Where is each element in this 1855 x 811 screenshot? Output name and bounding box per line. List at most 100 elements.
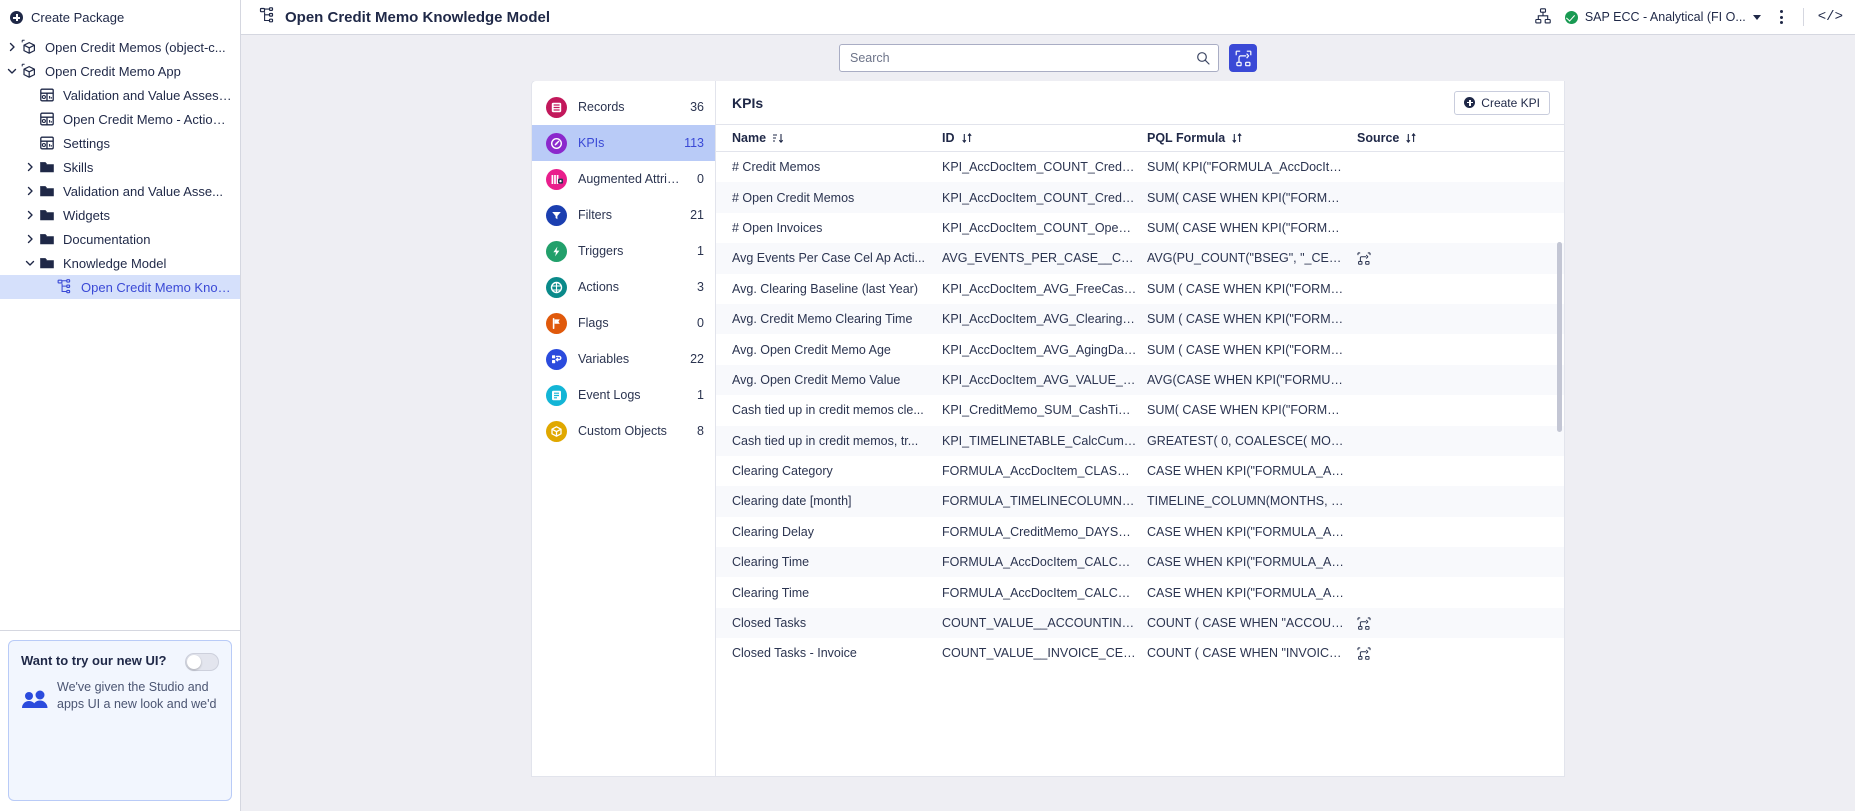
table-row[interactable]: Avg. Clearing Baseline (last Year) KPI_Ac… [716, 274, 1564, 304]
folder-icon [38, 158, 56, 176]
toolbar-divider [1802, 8, 1804, 26]
tree-item-validation-and-value-asse[interactable]: Validation and Value Asse... [0, 179, 240, 203]
tree-item-open-credit-memo-knowled[interactable]: Open Credit Memo Knowled... [0, 275, 240, 299]
table-scrollbar[interactable] [1557, 242, 1562, 432]
cell-name: # Open Invoices [732, 220, 823, 235]
flags-icon [546, 312, 567, 334]
tree-item-open-credit-memo-action-view[interactable]: Open Credit Memo - Action View [0, 107, 240, 131]
cell-name: Closed Tasks [732, 616, 807, 631]
page-title: Open Credit Memo Knowledge Model [259, 6, 551, 28]
search-icon[interactable] [1196, 51, 1210, 65]
chevron-right-icon[interactable] [22, 231, 38, 247]
table-row[interactable]: Clearing Time FORMULA_AccDocItem_CALC_Inv… [716, 577, 1564, 607]
graph-view-button[interactable] [1229, 44, 1257, 72]
page-title-text: Open Credit Memo Knowledge Model [285, 8, 551, 26]
category-item-augmented-attributes[interactable]: Augmented Attributes 0 [532, 161, 716, 197]
kpi-table-panel: KPIs Create KPI Name ID PQL Formula Sour… [716, 81, 1564, 776]
category-item-actions[interactable]: Actions 3 [532, 269, 716, 305]
category-item-flags[interactable]: Flags 0 [532, 305, 716, 341]
folder-icon [38, 182, 56, 200]
cell-id: KPI_AccDocItem_COUNT_CreditMe... [942, 160, 1147, 175]
cell-name: Clearing Time [732, 585, 810, 600]
table-row[interactable]: Avg Events Per Case Cel Ap Acti... AVG_EV… [716, 243, 1564, 274]
category-count: 36 [690, 100, 704, 114]
column-header-pql-formula[interactable]: PQL Formula [1147, 131, 1357, 145]
cell-pql-formula: SUM ( CASE WHEN KPI("FORMULA_... [1147, 342, 1357, 357]
table-row[interactable]: # Open Credit Memos KPI_AccDocItem_COUNT_… [716, 182, 1564, 213]
source-icon [1357, 647, 1371, 660]
tree-item-widgets[interactable]: Widgets [0, 203, 240, 227]
table-row[interactable]: Clearing Time FORMULA_AccDocItem_CALC_Inv… [716, 547, 1564, 578]
column-header-source[interactable]: Source [1357, 131, 1477, 145]
lineage-icon[interactable] [1535, 7, 1551, 27]
search-box[interactable] [839, 44, 1219, 72]
chevron-down-icon[interactable] [22, 255, 38, 271]
promo-title: Want to try our new UI? [21, 653, 167, 668]
view-icon [38, 134, 56, 152]
category-item-custom-objects[interactable]: Custom Objects 8 [532, 413, 716, 449]
table-row[interactable]: Avg. Credit Memo Clearing Time KPI_AccDoc… [716, 303, 1564, 335]
tree-item-label: Open Credit Memo Knowled... [81, 279, 232, 295]
tree-item-skills[interactable]: Skills [0, 155, 240, 179]
new-ui-toggle[interactable] [185, 653, 219, 671]
cell-pql-formula: CASE WHEN KPI("FORMULA_AccDo... [1147, 555, 1357, 570]
cell-pql-formula: CASE WHEN KPI("FORMULA_AccDo... [1147, 585, 1357, 600]
event-logs-icon [546, 384, 567, 406]
create-package-button[interactable]: Create Package [0, 6, 240, 35]
tree-item-label: Settings [63, 135, 110, 151]
column-header-name[interactable]: Name [732, 131, 942, 145]
kebab-menu-icon[interactable] [1775, 9, 1789, 25]
column-header-id[interactable]: ID [942, 131, 1147, 145]
cell-name: Avg Events Per Case Cel Ap Acti... [732, 251, 925, 266]
table-row[interactable]: Closed Tasks COUNT_VALUE__ACCOUNTING_DO..… [716, 607, 1564, 639]
datapool-selector[interactable]: SAP ECC - Analytical (FI O... [1564, 10, 1761, 24]
table-row[interactable]: # Open Invoices KPI_AccDocItem_COUNT_Open… [716, 213, 1564, 243]
chevron-right-icon[interactable] [22, 207, 38, 223]
cell-source [1357, 252, 1477, 265]
tree-item-settings[interactable]: Settings [0, 131, 240, 155]
cell-id: FORMULA_AccDocItem_CALC_Invoi... [942, 555, 1147, 570]
tree-item-documentation[interactable]: Documentation [0, 227, 240, 251]
table-row[interactable]: Avg. Open Credit Memo Value KPI_AccDocIte… [716, 364, 1564, 396]
chevron-right-icon[interactable] [22, 159, 38, 175]
tree-item-label: Validation and Value Asse... [63, 183, 223, 199]
cell-id: KPI_AccDocItem_AVG_ClearingTime... [942, 312, 1147, 327]
sort-none-icon [1231, 132, 1243, 144]
top-bar-actions: SAP ECC - Analytical (FI O... </> [1535, 7, 1843, 27]
table-row[interactable]: Clearing Category FORMULA_AccDocItem_CLAS… [716, 456, 1564, 486]
tree-item-open-credit-memos-object-c[interactable]: Open Credit Memos (object-c... [0, 35, 240, 59]
table-row[interactable]: Cash tied up in credit memos cle... KPI_C… [716, 395, 1564, 425]
table-row[interactable]: Cash tied up in credit memos, tr... KPI_T… [716, 425, 1564, 456]
table-row[interactable]: Clearing date [month] FORMULA_TIMELINECOL… [716, 486, 1564, 517]
column-label: Name [732, 131, 767, 145]
category-item-kpis[interactable]: KPIs 113 [532, 125, 716, 161]
chevron-right-icon[interactable] [4, 39, 20, 55]
variables-icon [546, 348, 567, 370]
tree-item-open-credit-memo-app[interactable]: Open Credit Memo App [0, 59, 240, 83]
cell-name: Cash tied up in credit memos, tr... [732, 433, 919, 448]
category-item-triggers[interactable]: Triggers 1 [532, 233, 716, 269]
column-label: ID [942, 131, 955, 145]
table-title: KPIs [732, 94, 764, 111]
sort-none-icon [1405, 132, 1417, 144]
table-row[interactable]: Closed Tasks - Invoice COUNT_VALUE__INVOI… [716, 638, 1564, 668]
cell-id: COUNT_VALUE__ACCOUNTING_DO... [942, 616, 1147, 631]
category-item-event-logs[interactable]: Event Logs 1 [532, 377, 716, 413]
code-view-icon[interactable]: </> [1818, 9, 1843, 25]
table-row[interactable]: Clearing Delay FORMULA_CreditMemo_DAYS_Cl… [716, 517, 1564, 547]
chevron-down-icon[interactable] [4, 63, 20, 79]
cell-pql-formula: AVG(PU_COUNT("BSEG", "_CEL_AP_... [1147, 251, 1357, 266]
create-kpi-button[interactable]: Create KPI [1454, 90, 1550, 115]
tree-item-validation-and-value-assessment[interactable]: Validation and Value Assessment [0, 83, 240, 107]
category-count: 113 [684, 136, 704, 150]
category-item-variables[interactable]: Variables 22 [532, 341, 716, 377]
search-input[interactable] [850, 51, 1196, 65]
chevron-right-icon[interactable] [22, 183, 38, 199]
table-row[interactable]: # Credit Memos KPI_AccDocItem_COUNT_Credi… [716, 152, 1564, 182]
tree-item-knowledge-model[interactable]: Knowledge Model [0, 251, 240, 275]
table-row[interactable]: Avg. Open Credit Memo Age KPI_AccDocItem_… [716, 334, 1564, 364]
category-item-records[interactable]: Records 36 [532, 89, 716, 125]
category-item-filters[interactable]: Filters 21 [532, 197, 716, 233]
